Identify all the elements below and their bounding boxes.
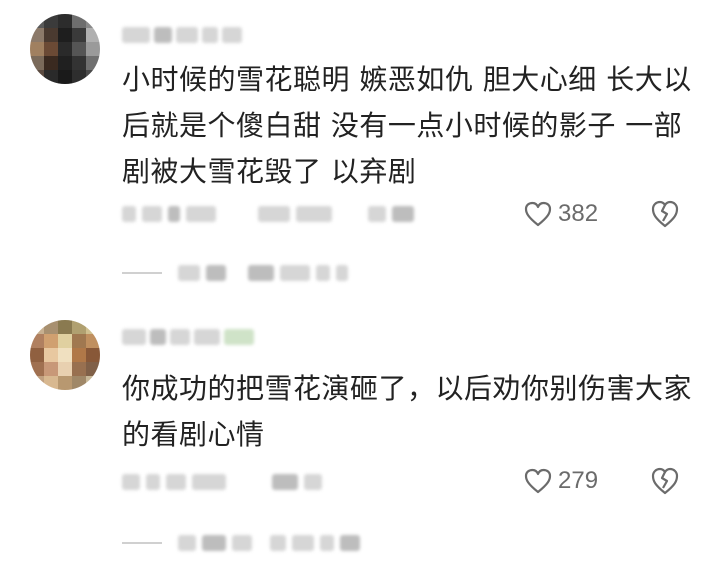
comment-meta-redacted [122, 204, 414, 224]
like-button[interactable]: 279 [524, 466, 598, 496]
comment-item: 小时候的雪花聪明 嫉恶如仇 胆大心细 长大以后就是个傻白甜 没有一点小时候的影子… [0, 0, 720, 300]
view-replies-toggle[interactable] [122, 532, 360, 554]
like-count: 279 [558, 467, 599, 494]
comment-meta-redacted [122, 472, 322, 492]
like-count: 382 [558, 200, 599, 227]
broken-heart-icon[interactable] [650, 199, 680, 229]
heart-outline-icon [524, 468, 552, 494]
comment-text: 小时候的雪花聪明 嫉恶如仇 胆大心细 长大以后就是个傻白甜 没有一点小时候的影子… [122, 63, 692, 188]
comment-text: 你成功的把雪花演砸了，以后劝你别伤害大家的看剧心情 [122, 372, 693, 451]
username-redacted[interactable] [122, 26, 242, 44]
divider [122, 542, 162, 544]
heart-outline-icon [524, 201, 552, 227]
view-replies-toggle[interactable] [122, 262, 348, 284]
broken-heart-icon[interactable] [650, 466, 680, 496]
divider [122, 272, 162, 274]
comment-item: 你成功的把雪花演砸了，以后劝你别伤害大家的看剧心情 279 [0, 300, 720, 566]
avatar[interactable] [30, 320, 100, 390]
like-button[interactable]: 382 [524, 199, 598, 229]
username-redacted[interactable] [122, 328, 254, 346]
avatar[interactable] [30, 14, 100, 84]
